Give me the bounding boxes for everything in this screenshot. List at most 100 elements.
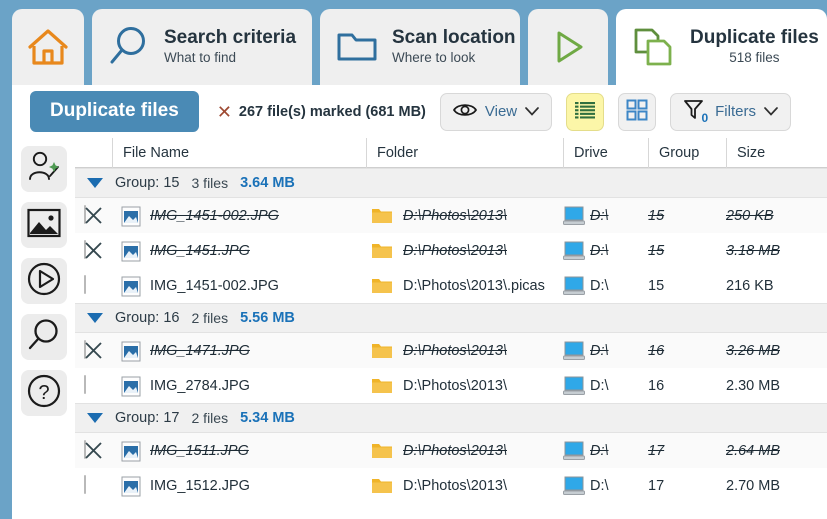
row-checkbox-marked[interactable]	[84, 205, 103, 225]
tab-search-title: Search criteria	[164, 26, 297, 48]
group-file-count: 2 files	[191, 310, 229, 326]
table-header-row: File Name Folder Drive Group Size	[75, 138, 827, 168]
cell-file-name: IMG_1511.JPG	[150, 442, 249, 459]
group-label: Group: 17	[115, 410, 180, 426]
view-button[interactable]: View	[439, 92, 553, 131]
table-row[interactable]: IMG_1471.JPG D:\Photos\2013\ D:\ 16 3.26…	[75, 333, 827, 368]
cell-folder: D:\Photos\2013\	[403, 442, 507, 459]
column-header-group[interactable]: Group	[648, 138, 726, 168]
group-file-count: 3 files	[191, 175, 229, 191]
filters-button[interactable]: 0 Filters	[670, 92, 791, 131]
duplicate-files-pill[interactable]: Duplicate files	[30, 91, 199, 132]
tab-scan-title: Scan location	[392, 26, 516, 48]
column-header-check[interactable]	[75, 138, 112, 168]
cell-group: 15	[648, 242, 665, 259]
column-header-file-name[interactable]: File Name	[112, 138, 366, 168]
cell-file-name: IMG_1471.JPG	[150, 342, 250, 359]
sidebar-item-assistant[interactable]	[21, 146, 67, 192]
table-row[interactable]: IMG_1451-002.JPG D:\Photos\2013\ D:\ 15 …	[75, 198, 827, 233]
magnifier-icon	[106, 24, 152, 70]
cell-size: 2.64 MB	[726, 442, 780, 459]
group-total-size: 5.34 MB	[240, 410, 295, 426]
tab-duplicate-files[interactable]: Duplicate files 518 files	[616, 9, 827, 85]
image-file-icon	[121, 376, 141, 397]
chevron-down-icon[interactable]	[87, 313, 103, 323]
cell-group: 16	[648, 377, 665, 394]
duplicate-files-icon	[630, 24, 678, 70]
sidebar-item-help[interactable]: ?	[21, 370, 67, 416]
cell-folder: D:\Photos\2013\	[403, 207, 507, 224]
cell-file-name: IMG_1451-002.JPG	[150, 277, 279, 294]
group-header-row[interactable]: Group: 17 2 files 5.34 MB	[75, 403, 827, 433]
row-checkbox[interactable]	[84, 275, 103, 295]
home-icon	[26, 25, 70, 69]
group-header-row[interactable]: Group: 16 2 files 5.56 MB	[75, 303, 827, 333]
group-header-row[interactable]: Group: 15 3 files 3.64 MB	[75, 168, 827, 198]
cell-drive: D:\	[590, 207, 609, 224]
table-row[interactable]: IMG_1512.JPG D:\Photos\2013\ D:\ 17 2.70…	[75, 468, 827, 503]
list-view-button[interactable]	[566, 92, 605, 131]
cell-drive: D:\	[590, 377, 609, 394]
row-checkbox[interactable]	[84, 375, 103, 395]
cell-file-name: IMG_1512.JPG	[150, 477, 250, 494]
tab-run-scan[interactable]	[528, 9, 608, 85]
view-button-label: View	[484, 103, 518, 120]
column-header-drive[interactable]: Drive	[563, 138, 648, 168]
action-toolbar: Duplicate files ✕ 267 file(s) marked (68…	[12, 85, 827, 138]
group-total-size: 5.56 MB	[240, 310, 295, 326]
question-circle-icon: ?	[27, 374, 61, 413]
image-file-icon	[121, 441, 141, 462]
image-file-icon	[121, 476, 141, 497]
picture-icon	[27, 208, 61, 243]
sidebar-item-preview[interactable]	[21, 258, 67, 304]
filters-button-label: Filters	[715, 103, 756, 120]
drive-icon	[563, 441, 585, 461]
row-checkbox-marked[interactable]	[84, 440, 103, 460]
cell-drive: D:\	[590, 477, 609, 494]
row-checkbox-marked[interactable]	[84, 240, 103, 260]
drive-icon	[563, 206, 585, 226]
cell-group: 17	[648, 442, 665, 459]
tab-dup-subtitle: 518 files	[729, 49, 780, 65]
svg-text:?: ?	[38, 382, 49, 404]
tab-dup-title: Duplicate files	[690, 26, 819, 48]
table-row[interactable]: IMG_1451-002.JPG D:\Photos\2013\.picas D…	[75, 268, 827, 303]
tab-search-criteria[interactable]: Search criteria What to find	[92, 9, 312, 85]
top-tab-bar: Search criteria What to find Scan locati…	[0, 0, 827, 85]
tab-home[interactable]	[12, 9, 84, 85]
cell-size: 250 KB	[726, 207, 774, 224]
table-row[interactable]: IMG_1451.JPG D:\Photos\2013\ D:\ 15 3.18…	[75, 233, 827, 268]
folder-icon	[371, 241, 393, 260]
sidebar-item-image[interactable]	[21, 202, 67, 248]
table-row[interactable]: IMG_1511.JPG D:\Photos\2013\ D:\ 17 2.64…	[75, 433, 827, 468]
cell-group: 16	[648, 342, 665, 359]
tile-view-icon	[626, 99, 648, 125]
folder-icon	[371, 476, 393, 495]
folder-icon	[371, 341, 393, 360]
marked-summary[interactable]: ✕ 267 file(s) marked (681 MB)	[217, 103, 426, 121]
row-checkbox[interactable]	[84, 475, 103, 495]
folder-icon	[371, 206, 393, 225]
cell-drive: D:\	[590, 277, 609, 294]
tab-scan-location[interactable]: Scan location Where to look	[320, 9, 520, 85]
cell-size: 2.70 MB	[726, 477, 780, 494]
group-file-count: 2 files	[191, 410, 229, 426]
marked-summary-text: 267 file(s) marked (681 MB)	[238, 103, 426, 120]
chevron-down-icon[interactable]	[87, 413, 103, 423]
cell-size: 2.30 MB	[726, 377, 780, 394]
column-header-size[interactable]: Size	[726, 138, 827, 168]
table-row[interactable]: IMG_2784.JPG D:\Photos\2013\ D:\ 16 2.30…	[75, 368, 827, 403]
column-header-folder[interactable]: Folder	[366, 138, 563, 168]
tile-view-button[interactable]	[618, 92, 657, 131]
row-checkbox-marked[interactable]	[84, 340, 103, 360]
drive-icon	[563, 476, 585, 496]
magnifier-circle-icon	[27, 318, 61, 357]
sidebar-item-find[interactable]	[21, 314, 67, 360]
cell-file-name: IMG_1451.JPG	[150, 242, 250, 259]
cell-folder: D:\Photos\2013\	[403, 377, 507, 394]
cell-drive: D:\	[590, 242, 609, 259]
cell-drive: D:\	[590, 342, 609, 359]
cell-drive: D:\	[590, 442, 609, 459]
chevron-down-icon[interactable]	[87, 178, 103, 188]
play-triangle-icon	[546, 25, 590, 69]
